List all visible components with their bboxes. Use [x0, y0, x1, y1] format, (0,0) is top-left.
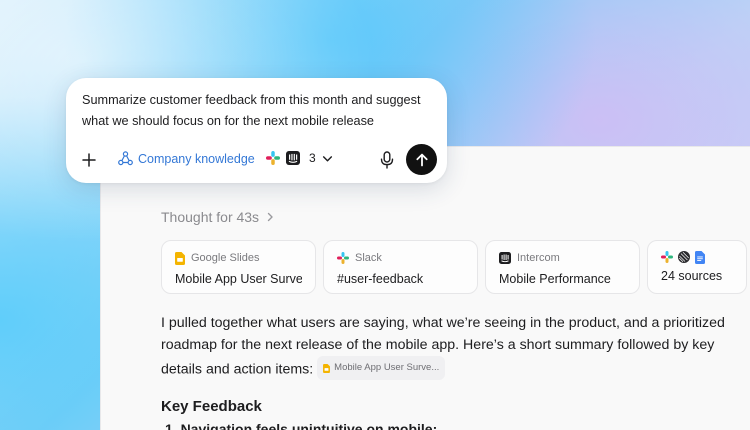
list-item: 1. Navigation feels unintuitive on mobil…	[165, 421, 438, 430]
citation-chip[interactable]: Mobile App User Surve...	[317, 356, 446, 380]
source-title: #user-feedback	[337, 272, 424, 286]
source-card-more[interactable]: 24 sources	[647, 240, 747, 294]
slack-icon	[266, 151, 280, 165]
prompt-card: Summarize customer feedback from this mo…	[66, 78, 447, 183]
source-title: Mobile Performance	[499, 272, 611, 286]
source-app-name: Slack	[355, 252, 382, 264]
google-slides-icon	[175, 251, 185, 265]
microphone-icon[interactable]	[379, 151, 395, 169]
slack-icon	[337, 252, 349, 264]
source-title: Mobile App User Surve...	[175, 272, 302, 286]
thought-toggle[interactable]: Thought for 43s	[161, 209, 275, 225]
app-count: 3	[309, 151, 316, 165]
source-app-name: Google Slides	[191, 252, 260, 264]
plus-icon[interactable]	[82, 153, 96, 167]
chevron-right-icon	[267, 212, 273, 222]
company-knowledge-label: Company knowledge	[138, 151, 255, 166]
source-card-intercom[interactable]: Intercom Mobile Performance	[485, 240, 640, 294]
connected-apps-button[interactable]: 3	[266, 151, 333, 165]
company-knowledge-icon	[118, 151, 133, 166]
company-knowledge-button[interactable]: Company knowledge	[118, 151, 255, 166]
send-button[interactable]	[406, 144, 437, 175]
source-app-name: Intercom	[517, 252, 560, 264]
prompt-text[interactable]: Summarize customer feedback from this mo…	[82, 90, 442, 132]
source-title: 24 sources	[661, 269, 723, 283]
response-paragraph: I pulled together what users are saying,…	[161, 312, 741, 381]
slack-icon	[661, 251, 673, 263]
google-docs-icon	[695, 250, 705, 264]
citation-label: Mobile App User Surve...	[334, 362, 440, 373]
chat-response-panel: Thought for 43s Google Slides Mobile App…	[100, 146, 750, 430]
intercom-icon	[499, 252, 511, 264]
chevron-down-icon	[322, 155, 332, 161]
prompt-toolbar: Company knowledge 3	[66, 144, 447, 175]
intercom-icon	[286, 151, 300, 165]
source-cards: Google Slides Mobile App User Surve... S…	[161, 240, 747, 294]
section-heading: Key Feedback	[161, 398, 262, 415]
arrow-up-icon	[415, 153, 428, 166]
linear-icon	[678, 251, 690, 263]
google-slides-icon	[323, 363, 331, 373]
thought-label: Thought for 43s	[161, 209, 260, 225]
source-card-slack[interactable]: Slack #user-feedback	[323, 240, 478, 294]
source-card-google-slides[interactable]: Google Slides Mobile App User Surve...	[161, 240, 316, 294]
multi-source-icons	[661, 250, 733, 264]
